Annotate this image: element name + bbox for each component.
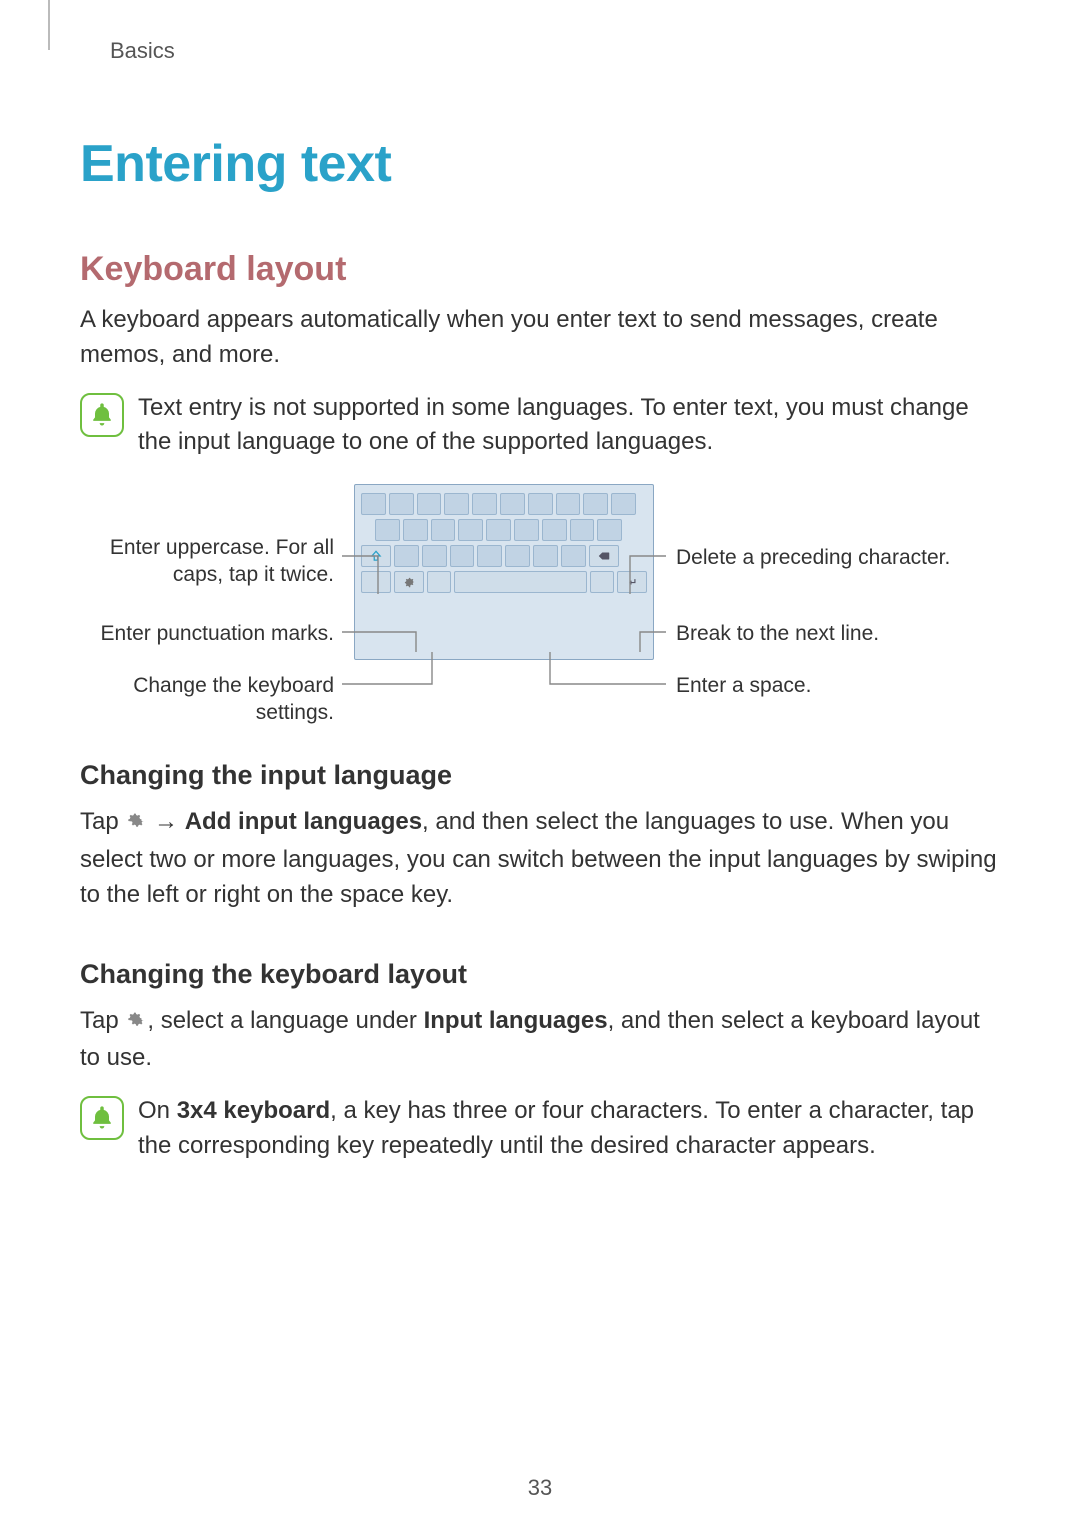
enter-key	[617, 571, 647, 593]
note2-pre: On	[138, 1097, 177, 1124]
subheading-input-language: Changing the input language	[80, 760, 1000, 791]
callout-uppercase: Enter uppercase. For all caps, tap it tw…	[80, 534, 334, 589]
text-layout-mid: , select a language under	[147, 1007, 423, 1034]
note-text-2: On 3x4 keyboard, a key has three or four…	[138, 1094, 1000, 1164]
note2-bold: 3x4 keyboard	[177, 1097, 330, 1124]
keyboard-illustration	[354, 484, 654, 660]
text-tap2: Tap	[80, 1007, 125, 1034]
shift-key	[361, 545, 391, 567]
callout-space: Enter a space.	[676, 672, 986, 699]
note-text-1: Text entry is not supported in some lang…	[138, 391, 1000, 461]
paragraph-keyboard-layout: Tap , select a language under Input lang…	[80, 1004, 1000, 1077]
callout-delete: Delete a preceding character.	[676, 544, 986, 571]
keyboard-diagram: Enter uppercase. For all caps, tap it tw…	[80, 484, 1000, 714]
bell-icon	[80, 1096, 124, 1140]
gear-icon	[125, 1007, 147, 1042]
breadcrumb: Basics	[110, 38, 1000, 64]
callout-punctuation: Enter punctuation marks.	[80, 620, 334, 647]
text-tap: Tap	[80, 808, 125, 835]
gear-icon	[125, 808, 147, 843]
period-key	[590, 571, 614, 593]
page-title: Entering text	[80, 134, 1000, 194]
intro-text: A keyboard appears automatically when yo…	[80, 303, 1000, 373]
callout-nextline: Break to the next line.	[676, 620, 986, 647]
key	[361, 493, 386, 515]
margin-rule	[48, 0, 50, 50]
text-arrow: →	[154, 808, 185, 835]
subheading-keyboard-layout: Changing the keyboard layout	[80, 959, 1000, 990]
text-add-input-languages: Add input languages	[185, 808, 422, 835]
backspace-key	[589, 545, 619, 567]
settings-key	[394, 571, 424, 593]
note-block-2: On 3x4 keyboard, a key has three or four…	[80, 1094, 1000, 1164]
comma-key	[427, 571, 451, 593]
text-input-languages-bold: Input languages	[424, 1007, 608, 1034]
section-heading-keyboard-layout: Keyboard layout	[80, 250, 1000, 289]
space-key	[454, 571, 587, 593]
paragraph-input-language: Tap → Add input languages, and then sele…	[80, 805, 1000, 912]
note-block-1: Text entry is not supported in some lang…	[80, 391, 1000, 461]
callout-settings: Change the keyboard settings.	[80, 672, 334, 727]
bell-icon	[80, 393, 124, 437]
page-number: 33	[0, 1475, 1080, 1501]
symbols-key	[361, 571, 391, 593]
